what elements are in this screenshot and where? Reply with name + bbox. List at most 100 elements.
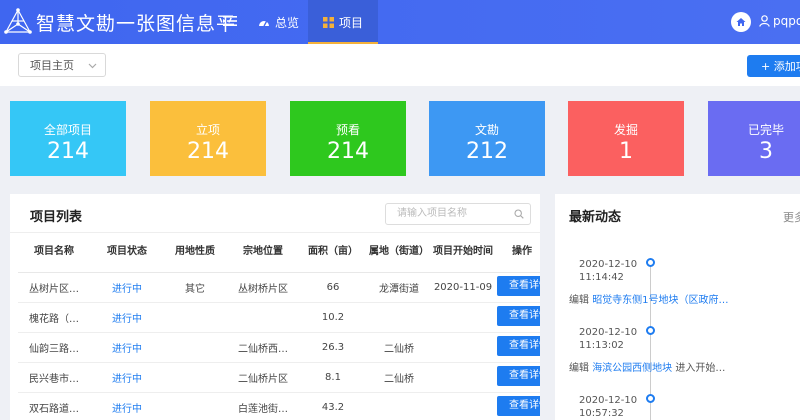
column-header: 项目状态 <box>90 232 164 273</box>
stat-card-completed[interactable]: 已完毕 3 <box>708 101 800 176</box>
table-row: 双石路道… 进行中 白莲池街… 43.2 查看详情 <box>18 392 540 420</box>
cell-location: 丛树桥片区 <box>226 272 300 303</box>
timeline-entry: 编辑 昭觉寺东侧1号地块（区政府… <box>569 291 729 306</box>
column-header: 操作 <box>494 232 540 273</box>
timeline-dot <box>646 258 655 267</box>
column-header: 面积（亩） <box>300 232 366 273</box>
timeline-timestamp: 2020-12-10 11:13:02 <box>579 326 637 352</box>
more-link[interactable]: 更多 <box>783 209 800 225</box>
timeline-link[interactable]: 海滨公园西侧地块 <box>592 363 672 374</box>
cell-status: 进行中 <box>90 392 164 420</box>
cell-start <box>432 302 494 333</box>
cell-start <box>432 392 494 420</box>
stat-label: 发掘 <box>613 123 638 137</box>
cell-area: 10.2 <box>300 302 366 333</box>
page-select[interactable]: 项目主页 <box>18 53 106 77</box>
stat-value: 3 <box>759 139 773 164</box>
nav-tab-label: 项目 <box>338 15 363 30</box>
cell-land-use <box>164 302 226 333</box>
search-icon <box>514 209 524 219</box>
cell-name: 仙韵三路… <box>18 332 90 363</box>
stat-card-survey[interactable]: 文勘 212 <box>429 101 545 176</box>
cell-district <box>366 302 432 333</box>
cell-status: 进行中 <box>90 272 164 303</box>
cell-location: 白莲池街… <box>226 392 300 420</box>
stat-value: 214 <box>47 139 89 164</box>
network-logo-icon <box>4 8 32 34</box>
stat-label: 立项 <box>195 123 220 137</box>
cell-name: 丛树片区… <box>18 272 90 303</box>
nav-tab-overview[interactable]: 总览 <box>258 0 299 44</box>
timeline-dot <box>646 394 655 403</box>
cell-land-use <box>164 332 226 363</box>
stat-label: 已完毕 <box>747 123 784 137</box>
stat-label: 文勘 <box>474 123 499 137</box>
stat-card-excavation[interactable]: 发掘 1 <box>568 101 684 176</box>
menu-toggle-icon[interactable] <box>223 14 237 28</box>
timeline-action: 编辑 <box>569 295 589 306</box>
project-list-panel: 项目列表 请输入项目名称 项目名称 项目状态 用地性质 宗地位置 面积（亩） 属… <box>10 194 540 420</box>
view-detail-button[interactable]: 查看详情 <box>497 305 540 326</box>
grid-icon <box>322 16 334 28</box>
timeline-timestamp: 2020-12-10 10:57:32 <box>579 394 637 420</box>
table-header-row: 项目名称 项目状态 用地性质 宗地位置 面积（亩） 属地（街道） 项目开始时间 … <box>18 232 540 273</box>
view-detail-button[interactable]: 查看详情 <box>497 365 540 386</box>
cell-action: 查看详情 <box>494 392 540 420</box>
timeline-action: 编辑 <box>569 363 589 374</box>
user-icon[interactable] <box>759 15 770 27</box>
view-detail-button[interactable]: 查看详情 <box>497 335 540 356</box>
cell-action: 查看详情 <box>494 272 540 303</box>
search-placeholder: 请输入项目名称 <box>397 208 467 219</box>
view-detail-button[interactable]: 查看详情 <box>497 275 540 296</box>
cell-start: 2020-11-09 <box>432 272 494 303</box>
chevron-down-icon <box>88 63 97 69</box>
cell-area: 66 <box>300 272 366 303</box>
cell-start <box>432 332 494 363</box>
cell-location <box>226 302 300 333</box>
cell-land-use <box>164 392 226 420</box>
nav-tab-projects[interactable]: 项目 <box>308 0 378 44</box>
cell-status: 进行中 <box>90 302 164 333</box>
stat-value: 214 <box>327 139 369 164</box>
project-table: 项目名称 项目状态 用地性质 宗地位置 面积（亩） 属地（街道） 项目开始时间 … <box>18 232 540 420</box>
toolbar: 项目主页 + 添加项目 <box>0 44 800 86</box>
add-project-button[interactable]: + 添加项目 <box>747 55 800 77</box>
cell-name: 槐花路（… <box>18 302 90 333</box>
stat-card-approved[interactable]: 立项 214 <box>150 101 266 176</box>
column-header: 属地（街道） <box>366 232 432 273</box>
stat-card-preview[interactable]: 预看 214 <box>290 101 406 176</box>
project-search-input[interactable]: 请输入项目名称 <box>385 203 531 225</box>
timeline-suffix: 进入开始… <box>675 363 726 374</box>
cell-action: 查看详情 <box>494 302 540 333</box>
timeline-date: 2020-12-10 <box>579 395 638 406</box>
cell-area: 43.2 <box>300 392 366 420</box>
stat-label: 全部项目 <box>43 123 92 137</box>
view-detail-button[interactable]: 查看详情 <box>497 395 540 416</box>
timeline-date: 2020-12-10 <box>579 327 638 338</box>
page-select-value: 项目主页 <box>30 59 74 72</box>
cell-name: 双石路道… <box>18 392 90 420</box>
cell-location: 二仙桥片区 <box>226 362 300 393</box>
stat-card-all[interactable]: 全部项目 214 <box>10 101 126 176</box>
column-header: 项目名称 <box>18 232 90 273</box>
table-row: 槐花路（… 进行中 10.2 查看详情 <box>18 302 540 333</box>
cell-district <box>366 392 432 420</box>
timeline-link[interactable]: 昭觉寺东侧1号地块（区政府… <box>592 295 728 306</box>
timeline-time: 11:14:42 <box>579 272 624 283</box>
column-header: 宗地位置 <box>226 232 300 273</box>
project-list-title: 项目列表 <box>30 210 83 225</box>
cell-status: 进行中 <box>90 362 164 393</box>
user-name[interactable]: pqpo <box>773 14 800 28</box>
cell-land-use <box>164 362 226 393</box>
cell-land-use: 其它 <box>164 272 226 303</box>
stat-value: 214 <box>187 139 229 164</box>
cell-district: 二仙桥 <box>366 332 432 363</box>
app-title: 智慧文勘一张图信息平 <box>36 13 237 35</box>
home-button[interactable] <box>731 12 751 32</box>
stat-label: 预看 <box>335 123 360 137</box>
timeline-time: 10:57:32 <box>579 408 624 419</box>
cell-location: 二仙桥西… <box>226 332 300 363</box>
timeline-dot <box>646 326 655 335</box>
table-row: 丛树片区… 进行中 其它 丛树桥片区 66 龙潭街道 2020-11-09 查看… <box>18 272 540 303</box>
cell-status: 进行中 <box>90 332 164 363</box>
